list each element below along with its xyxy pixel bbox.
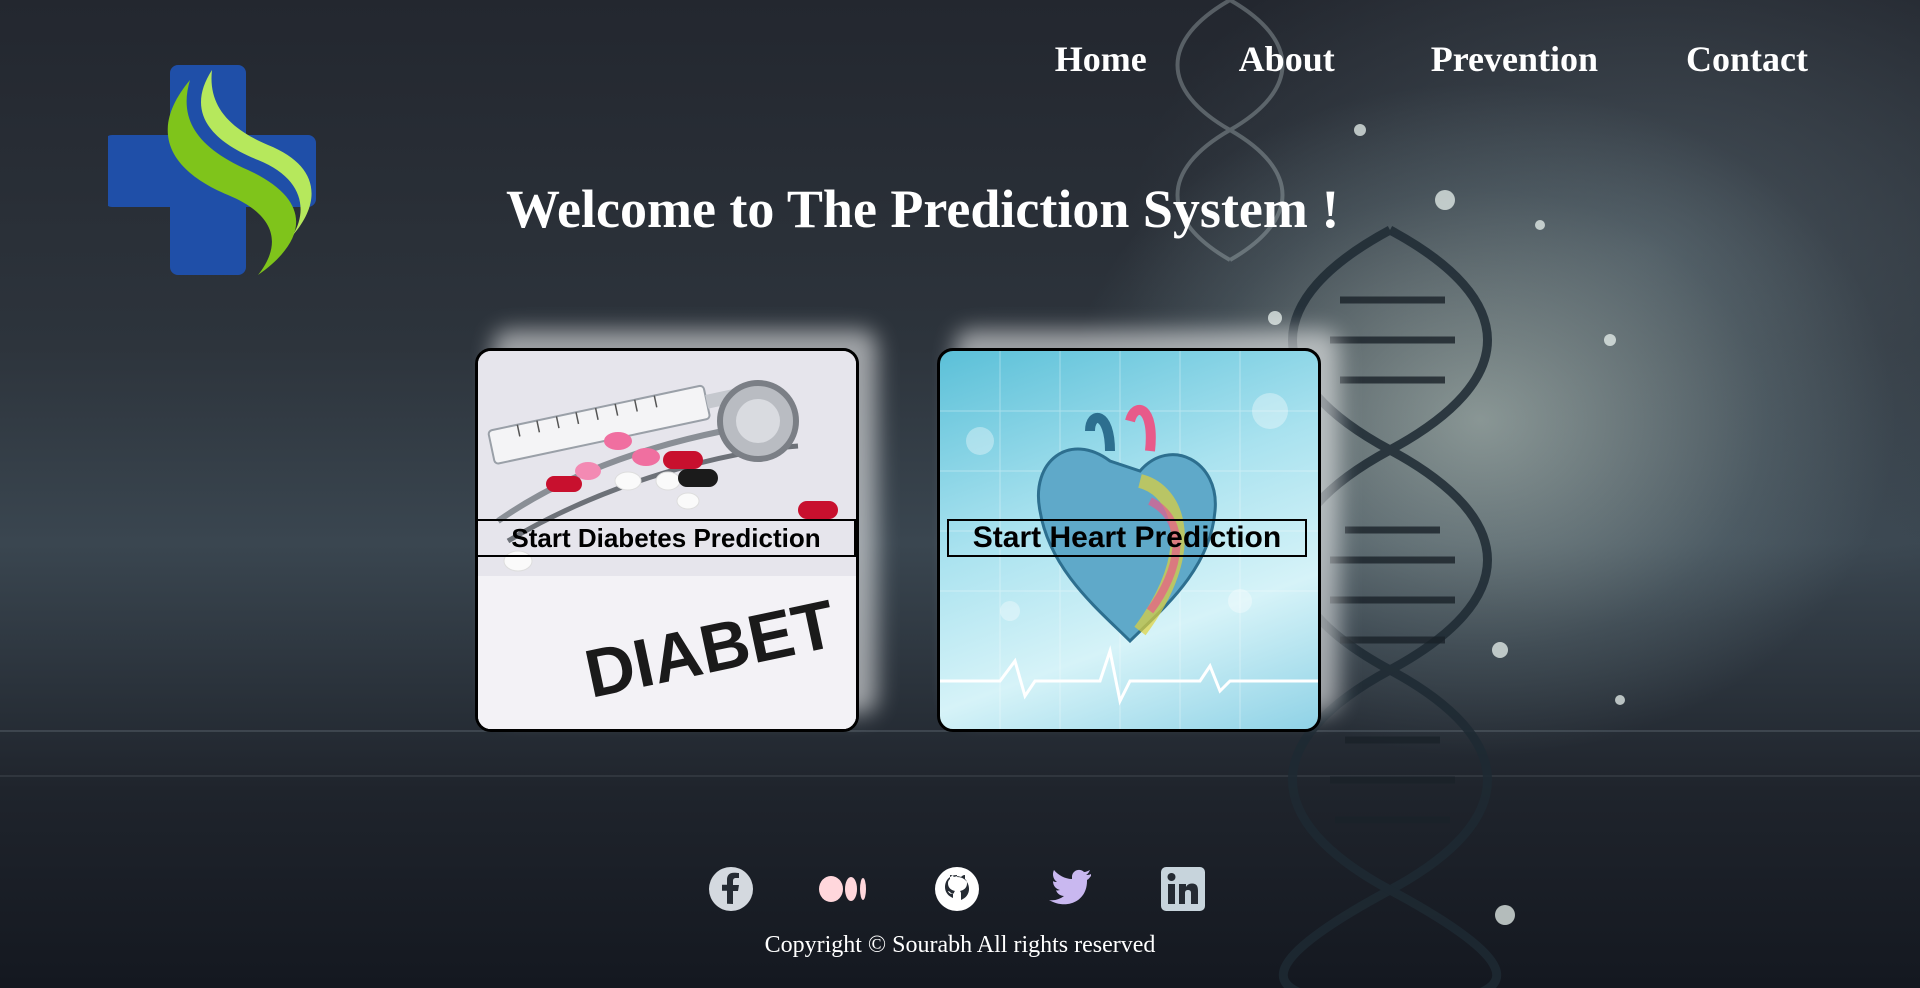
linkedin-icon[interactable] xyxy=(1158,864,1208,914)
copyright-text: Copyright © Sourabh All rights reserved xyxy=(764,932,1156,958)
page-title: Welcome to The Prediction System ! xyxy=(506,179,1340,239)
twitter-icon[interactable] xyxy=(1045,864,1095,914)
nav-prevention-link[interactable]: Prevention xyxy=(1431,38,1598,80)
social-links xyxy=(706,864,1271,914)
nav-contact-link[interactable]: Contact xyxy=(1686,38,1808,80)
facebook-icon[interactable] xyxy=(706,864,756,914)
diabetes-card[interactable]: DIABET Start Diabetes Prediction xyxy=(475,348,859,732)
nav-about-link[interactable]: About xyxy=(1239,38,1335,80)
logo xyxy=(104,60,348,280)
github-icon[interactable] xyxy=(932,864,982,914)
start-heart-prediction-button[interactable]: Start Heart Prediction xyxy=(947,519,1307,557)
nav-home-link[interactable]: Home xyxy=(1055,38,1147,80)
medium-icon[interactable] xyxy=(819,864,869,914)
start-diabetes-prediction-button[interactable]: Start Diabetes Prediction xyxy=(478,519,856,557)
main-nav: Home About Prevention Contact xyxy=(1055,38,1808,80)
heart-card[interactable]: Start Heart Prediction xyxy=(937,348,1321,732)
